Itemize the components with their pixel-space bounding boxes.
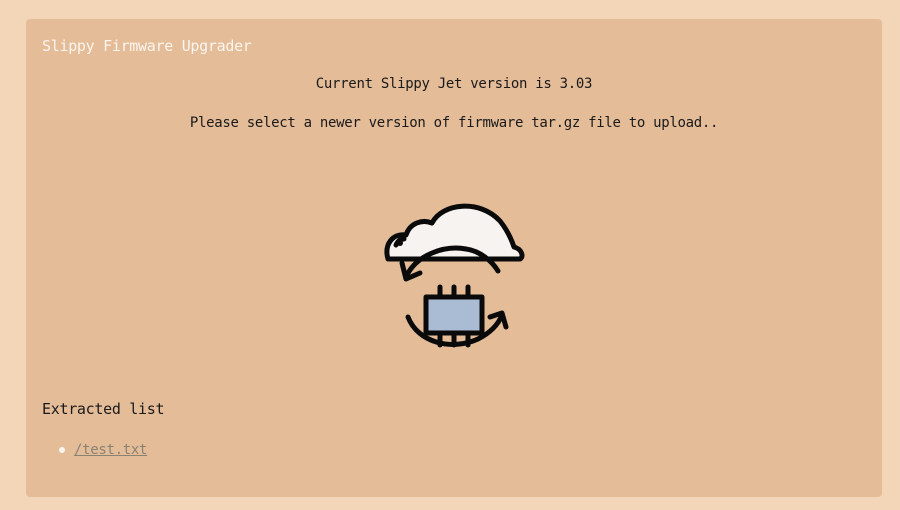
current-version-text: Current Slippy Jet version is 3.03 xyxy=(315,76,593,92)
file-link[interactable]: /test.txt xyxy=(74,442,147,458)
cloud-chip-sync-icon xyxy=(384,203,525,348)
extracted-file-list: /test.txt xyxy=(59,442,147,458)
list-item: /test.txt xyxy=(59,442,147,458)
bullet-icon xyxy=(59,447,65,453)
upload-instruction-text: Please select a newer version of firmwar… xyxy=(189,115,719,131)
firmware-upload-icon[interactable] xyxy=(382,199,526,354)
extracted-list-heading: Extracted list xyxy=(42,400,165,418)
app-title: Slippy Firmware Upgrader xyxy=(42,37,252,55)
upgrader-panel: Slippy Firmware Upgrader Current Slippy … xyxy=(26,19,882,497)
